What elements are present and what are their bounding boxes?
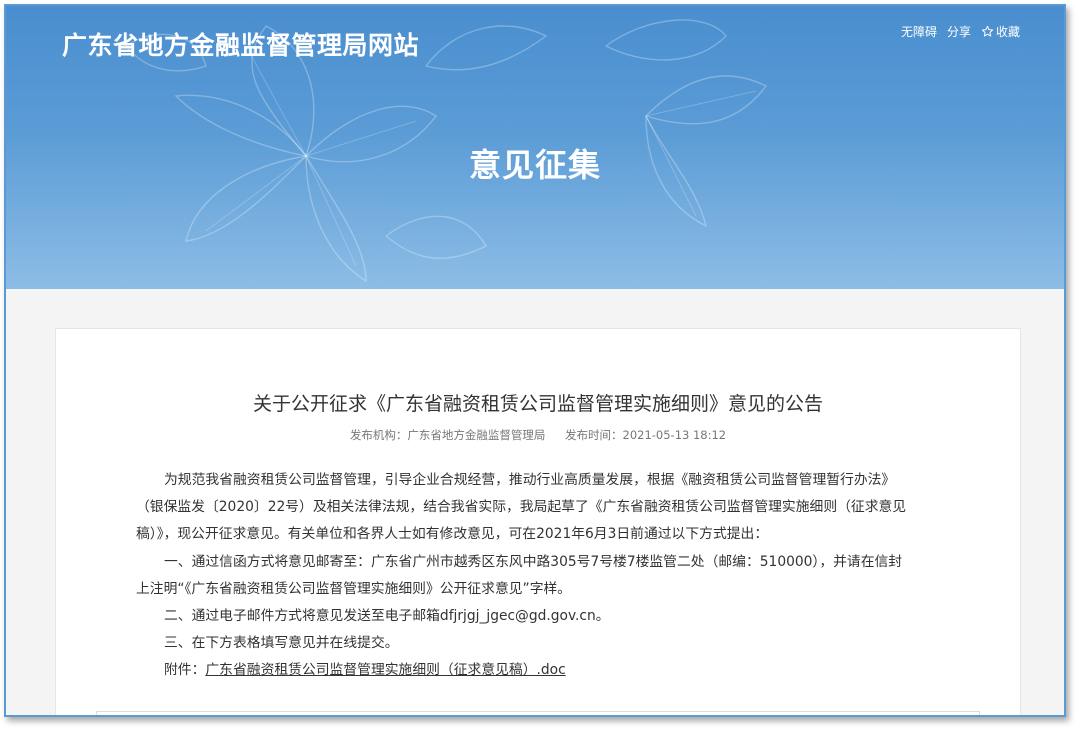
article-body: 为规范我省融资租赁公司监督管理，引导企业合规经营，推动行业高质量发展，根据《融资… — [136, 467, 956, 685]
attachment-link[interactable]: 广东省融资租赁公司监督管理实施细则（征求意见稿）.doc — [205, 662, 565, 678]
page-frame: 广东省地方金融监督管理局网站 无障碍 分享 收藏 意见征集 关于公开征求《广东省… — [4, 4, 1066, 717]
attachment-label: 附件： — [164, 662, 206, 679]
header-banner: 广东省地方金融监督管理局网站 无障碍 分享 收藏 意见征集 — [6, 6, 1064, 289]
item-1-line-2: 上注明“《广东省融资租赁公司监督管理实施细则》公开征求意见”字样。 — [136, 580, 572, 597]
publisher: 发布机构：广东省地方金融监督管理局 — [349, 428, 546, 442]
item-3: 三、在下方表格填写意见并在线提交。 — [164, 635, 399, 652]
article-meta: 发布机构：广东省地方金融监督管理局 发布时间：2021-05-13 18:12 — [56, 427, 1020, 443]
site-title[interactable]: 广东省地方金融监督管理局网站 — [62, 26, 419, 62]
article-title: 关于公开征求《广东省融资租赁公司监督管理实施细则》意见的公告 — [252, 393, 823, 415]
banner-heading: 意见征集 — [468, 146, 601, 184]
item-2: 二、通过电子邮件方式将意见发送至电子邮箱dfjrjgj_jgec@gd.gov.… — [164, 608, 610, 625]
publish-time: 发布时间：2021-05-13 18:12 — [565, 428, 727, 442]
accessibility-link[interactable]: 无障碍 — [901, 23, 937, 40]
star-outline-icon — [981, 25, 994, 37]
favorite-link[interactable]: 收藏 — [981, 23, 1020, 40]
top-links: 无障碍 分享 收藏 — [901, 23, 1020, 40]
share-link[interactable]: 分享 — [947, 23, 971, 40]
attachment-row: 附件：广东省融资租赁公司监督管理实施细则（征求意见稿）.doc — [136, 657, 956, 684]
intro-line-3: 稿）》，现公开征求意见。有关单位和各界人士如有修改意见，可在2021年6月3日前… — [136, 526, 769, 543]
item-1-line-1: 一、通过信函方式将意见邮寄至：广东省广州市越秀区东风中路305号7号楼7楼监管二… — [164, 553, 903, 570]
feedback-form-area — [96, 711, 980, 715]
article-card: 关于公开征求《广东省融资租赁公司监督管理实施细则》意见的公告 发布机构：广东省地… — [55, 328, 1021, 715]
favorite-label: 收藏 — [995, 25, 1020, 39]
intro-line-2: （银保监发〔2020〕22号）及相关法律法规，结合我省实际，我局起草了《广东省融… — [136, 499, 907, 516]
intro-line-1: 为规范我省融资租赁公司监督管理，引导企业合规经营，推动行业高质量发展，根据《融资… — [164, 472, 896, 488]
